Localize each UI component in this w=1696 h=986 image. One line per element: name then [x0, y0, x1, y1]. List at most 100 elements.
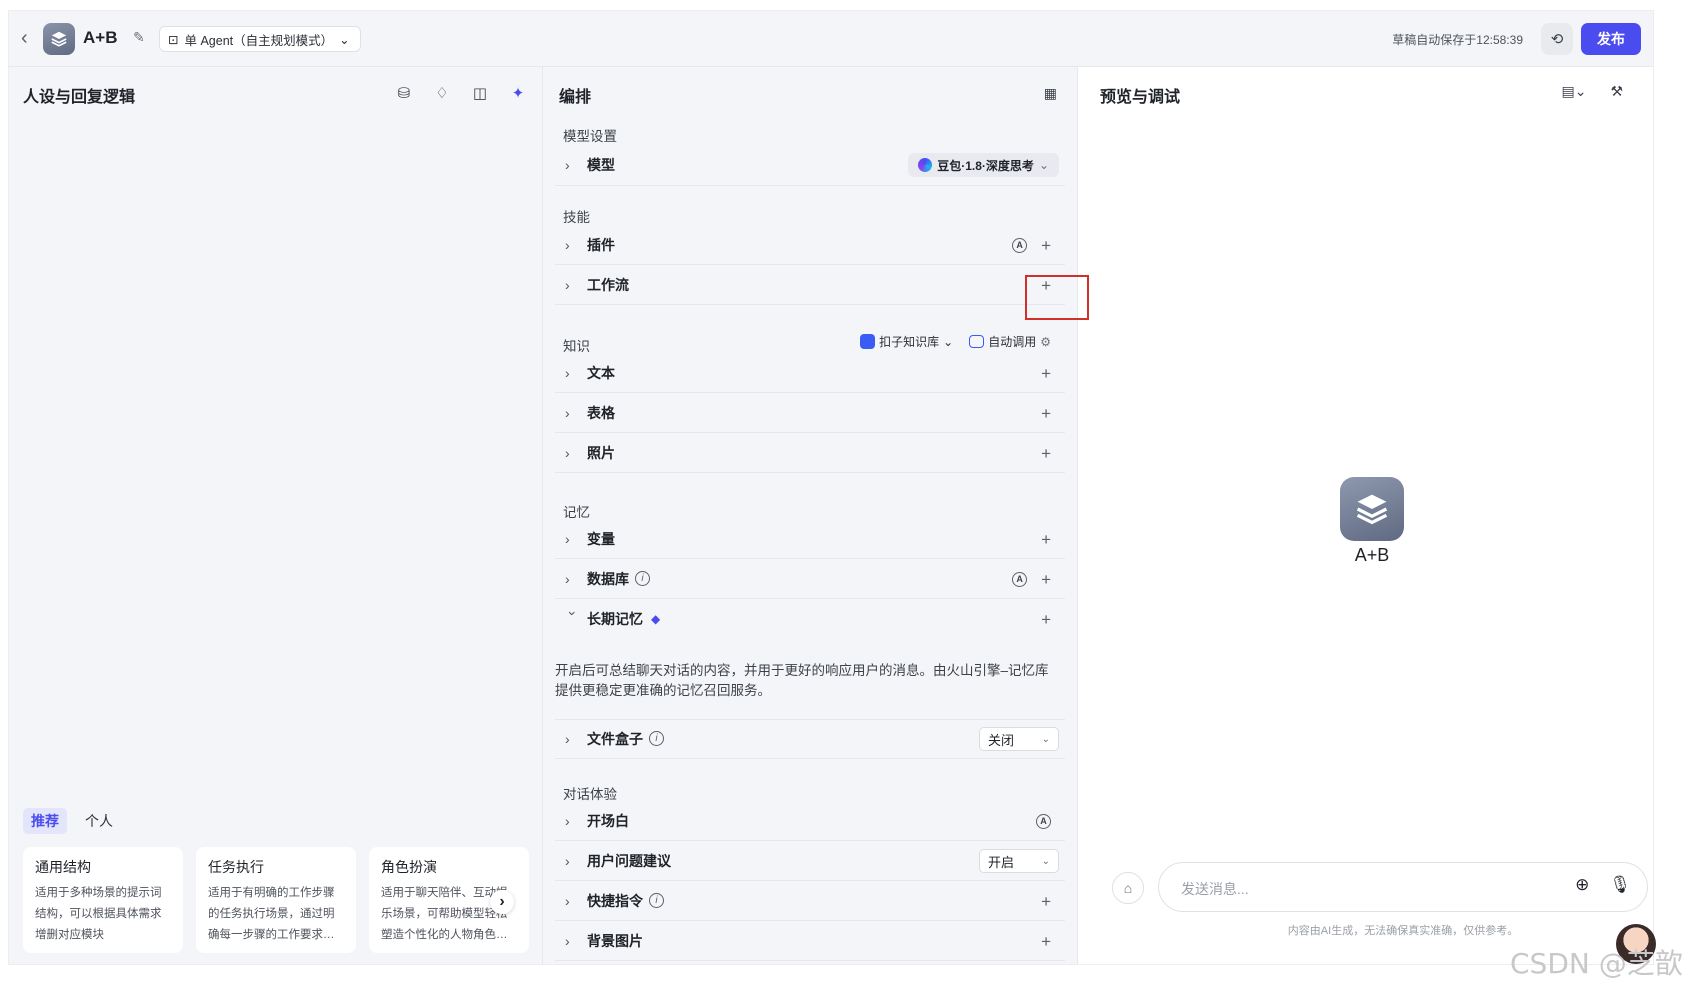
info-icon[interactable]: i [649, 731, 664, 746]
template-card[interactable]: 通用结构 适用于多种场景的提示词结构，可以根据具体需求增删对应模块 [23, 847, 183, 953]
row-shortcut[interactable]: › 快捷指令 i + [555, 881, 1065, 921]
row-opening-label: 开场白 [587, 812, 629, 829]
library-icon[interactable]: ⛁ [394, 83, 414, 103]
row-model[interactable]: › 模型 豆包·1.8·深度思考 ⌄ [555, 145, 1065, 185]
row-photo[interactable]: › 照片 + [555, 433, 1065, 473]
autosave-status: 草稿自动保存于12:58:39 [1392, 33, 1523, 47]
row-long-memory-label: 长期记忆 [587, 611, 643, 627]
chevron-right-icon: › [565, 276, 570, 293]
chevron-right-icon: › [565, 404, 570, 421]
top-bar: ‹ A+B ✎ ⊡ 单 Agent（自主规划模式） ⌄ 草稿自动保存于12:58… [9, 11, 1653, 67]
row-workflow[interactable]: › 工作流 + [555, 265, 1065, 305]
message-input-placeholder: 发送消息... [1181, 881, 1249, 897]
template-cards: 通用结构 适用于多种场景的提示词结构，可以根据具体需求增删对应模块 任务执行 适… [23, 847, 529, 953]
template-card-desc: 适用于有明确的工作步骤的任务执行场景，通过明确每一步骤的工作要求… [208, 887, 335, 941]
row-table[interactable]: › 表格 + [555, 393, 1065, 433]
auto-icon[interactable]: A [1012, 571, 1028, 587]
row-suggestion[interactable]: › 用户问题建议 开启 ⌄ [555, 841, 1065, 881]
publish-button[interactable]: 发布 [1581, 23, 1641, 55]
model-value: 豆包·1.8·深度思考 [937, 158, 1034, 173]
row-database[interactable]: › 数据库 i A + [555, 559, 1065, 599]
preview-panel: 预览与调试 ▤⌄ ⚒ A+B ⌂ 发送消息... ⊕ 🎙︎ 内容由AI生成，无法… [1078, 67, 1653, 964]
plus-icon[interactable]: + [1041, 611, 1051, 628]
row-variable[interactable]: › 变量 + [555, 519, 1065, 559]
section-dialog: 对话体验 [563, 787, 617, 802]
suggestion-select[interactable]: 开启 ⌄ [979, 849, 1059, 873]
chevron-right-icon: › [565, 852, 570, 869]
row-text-label: 文本 [587, 364, 615, 381]
plus-icon[interactable]: + [1041, 237, 1051, 254]
chevron-right-icon: › [565, 812, 570, 829]
plus-icon[interactable]: + [1041, 365, 1051, 382]
persona-title: 人设与回复逻辑 [23, 89, 136, 106]
annotation-highlight-box [1025, 275, 1089, 320]
bot-name: A+B [1354, 545, 1390, 565]
chevron-right-icon: › [565, 444, 570, 461]
chevron-right-icon: › [565, 157, 570, 173]
row-plugin[interactable]: › 插件 A + [555, 225, 1065, 265]
auto-icon[interactable]: A [1036, 813, 1051, 829]
knowledge-source-select[interactable]: 扣子知识库 ⌄ [860, 333, 953, 350]
grid-icon[interactable]: ▦ [1044, 85, 1057, 102]
chevron-down-icon: ⌄ [943, 334, 954, 349]
message-input[interactable]: 发送消息... ⊕ 🎙︎ [1158, 862, 1648, 912]
bulb-icon[interactable]: ♢ [432, 83, 452, 103]
row-opening[interactable]: › 开场白 A [555, 801, 1065, 841]
chevron-down-icon: › [565, 611, 581, 616]
tab-recommend[interactable]: 推荐 [23, 808, 67, 834]
prompt-template-tabs: 推荐 个人 [23, 808, 121, 834]
row-workflow-label: 工作流 [587, 276, 629, 293]
chevron-right-icon: › [565, 932, 570, 949]
history-icon[interactable]: ⟲ [1541, 23, 1573, 55]
agent-mode-select[interactable]: ⊡ 单 Agent（自主规划模式） ⌄ [159, 26, 361, 52]
wrench-icon[interactable]: ⚒ [1610, 83, 1623, 100]
row-text[interactable]: › 文本 + [555, 353, 1065, 393]
add-circle-icon[interactable]: ⊕ [1575, 875, 1589, 895]
row-background-label: 背景图片 [587, 932, 643, 949]
chevron-right-icon: › [565, 364, 570, 381]
plus-icon[interactable]: + [1041, 893, 1051, 910]
row-long-memory[interactable]: › 长期记忆 ◆ + [555, 599, 1065, 639]
template-icon[interactable]: ◫ [470, 83, 490, 103]
edit-icon[interactable]: ✎ [133, 29, 149, 45]
long-memory-description: 开启后可总结聊天对话的内容，并用于更好的响应用户的消息。由火山引擎–记忆库提供更… [555, 663, 1049, 698]
model-select[interactable]: 豆包·1.8·深度思考 ⌄ [908, 153, 1059, 177]
knowledge-base-icon [860, 334, 876, 349]
file-box-select[interactable]: 关闭 ⌄ [979, 727, 1059, 751]
auto-icon[interactable]: A [1012, 237, 1028, 253]
doubao-icon [918, 158, 933, 172]
section-skills: 技能 [563, 210, 590, 225]
plus-icon[interactable]: + [1041, 445, 1051, 462]
plus-icon[interactable]: + [1041, 531, 1051, 548]
row-background[interactable]: › 背景图片 + [555, 921, 1065, 961]
watermark: CSDN @芝歆 [1510, 947, 1683, 980]
auto-call-label: 自动调用 [988, 335, 1037, 349]
debug-menu-icon[interactable]: ▤⌄ [1561, 83, 1586, 100]
ai-optimize-icon[interactable]: ✦ [508, 83, 528, 103]
file-box-value: 关闭 [988, 732, 1015, 748]
tab-personal[interactable]: 个人 [77, 808, 121, 834]
microphone-icon[interactable]: 🎙︎ [1609, 875, 1631, 895]
mode-icon: ⊡ [168, 32, 179, 47]
plus-icon[interactable]: + [1041, 933, 1051, 950]
orchestration-panel: 编排 ▦ 模型设置 › 模型 豆包·1.8·深度思考 ⌄ 技能 › 插件 A + [543, 67, 1078, 964]
clear-context-icon[interactable]: ⌂ [1112, 872, 1144, 904]
chevron-down-icon: ⌄ [1041, 855, 1050, 867]
chevron-right-icon[interactable]: › [490, 890, 514, 914]
template-card-title: 任务执行 [208, 859, 264, 875]
plus-icon[interactable]: + [1041, 405, 1051, 422]
plus-icon[interactable]: + [1041, 571, 1051, 588]
row-suggestion-label: 用户问题建议 [587, 852, 671, 869]
auto-call-select[interactable]: 自动调用 ⚙ [969, 333, 1051, 350]
template-card[interactable]: 任务执行 适用于有明确的工作步骤的任务执行场景，通过明确每一步骤的工作要求… [196, 847, 356, 953]
back-icon[interactable]: ‹ [21, 28, 39, 49]
chevron-right-icon: › [565, 530, 570, 547]
orchestration-title: 编排 [559, 89, 592, 106]
settings-icon[interactable]: ⚙ [1040, 335, 1051, 349]
row-file-box[interactable]: › 文件盒子 i 关闭 ⌄ [555, 719, 1065, 759]
chevron-down-icon: ⌄ [1041, 733, 1050, 745]
info-icon[interactable]: i [635, 571, 650, 586]
info-icon[interactable]: i [649, 893, 664, 908]
persona-panel: 人设与回复逻辑 ⛁ ♢ ◫ ✦ 推荐 个人 通用结构 适用于多种场景的提示词结构… [9, 67, 543, 964]
suggestion-value: 开启 [988, 854, 1015, 870]
